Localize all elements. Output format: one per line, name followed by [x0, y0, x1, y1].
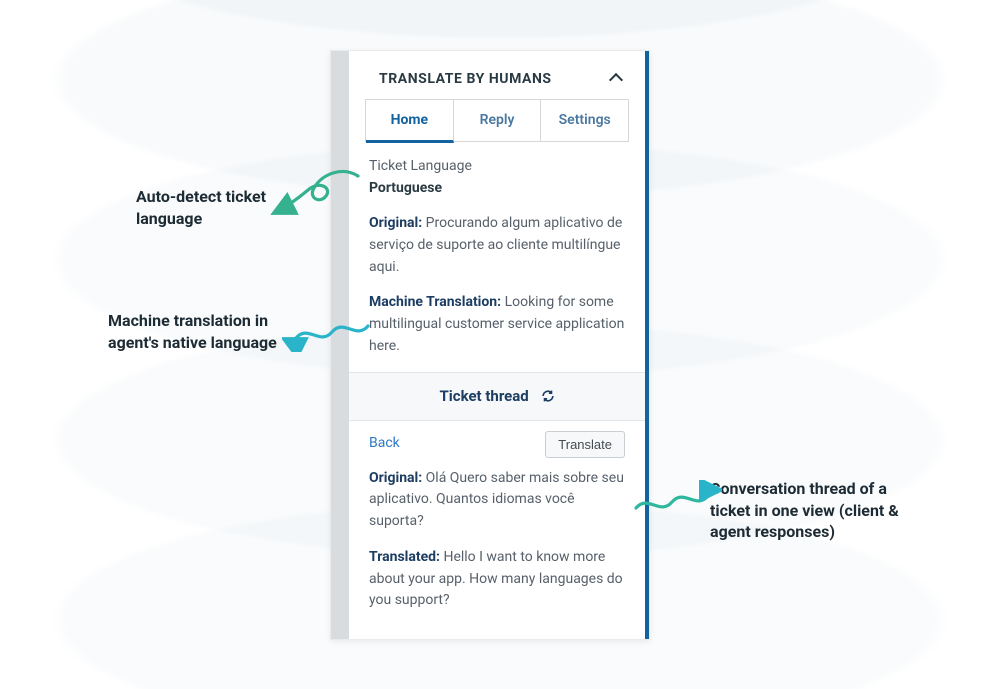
callout-conversation-thread: Conversation thread of a ticket in one v…	[710, 478, 910, 543]
thread-actions-row: Back Translate	[369, 431, 625, 458]
tab-settings[interactable]: Settings	[541, 100, 628, 142]
thread-original-label: Original:	[369, 470, 422, 486]
original-label: Original:	[369, 215, 422, 231]
callout-machine-translation: Machine translation in agent's native la…	[108, 310, 318, 353]
callout-auto-detect: Auto-detect ticket language	[136, 186, 316, 229]
machine-translation-block: Machine Translation: Looking for some mu…	[369, 292, 625, 357]
tab-home[interactable]: Home	[366, 100, 454, 143]
panel-content: Ticket Language Portuguese Original: Pro…	[349, 142, 645, 639]
panel-left-gutter	[331, 51, 349, 639]
original-text-block: Original: Procurando algum aplicativo de…	[369, 213, 625, 278]
thread-header-label: Ticket thread	[440, 387, 529, 405]
panel-main: TRANSLATE BY HUMANS Home Reply Settings …	[349, 51, 649, 639]
ticket-thread-header: Ticket thread	[349, 372, 645, 421]
tab-reply[interactable]: Reply	[454, 100, 542, 142]
back-link[interactable]: Back	[369, 433, 400, 455]
ticket-language-label: Ticket Language	[369, 156, 625, 178]
panel-header: TRANSLATE BY HUMANS	[349, 57, 645, 99]
tab-bar: Home Reply Settings	[365, 99, 629, 142]
translate-widget-panel: TRANSLATE BY HUMANS Home Reply Settings …	[330, 50, 650, 640]
ticket-language-block: Ticket Language Portuguese	[369, 156, 625, 199]
chevron-up-icon[interactable]	[609, 72, 623, 86]
panel-title: TRANSLATE BY HUMANS	[379, 71, 552, 87]
thread-translated-block: Translated: Hello I want to know more ab…	[369, 547, 625, 612]
thread-original-block: Original: Olá Quero saber mais sobre seu…	[369, 468, 625, 533]
ticket-language-value: Portuguese	[369, 178, 625, 200]
refresh-icon[interactable]	[541, 387, 555, 401]
thread-translated-label: Translated:	[369, 549, 440, 565]
mt-label: Machine Translation:	[369, 294, 501, 310]
translate-button[interactable]: Translate	[545, 431, 625, 458]
